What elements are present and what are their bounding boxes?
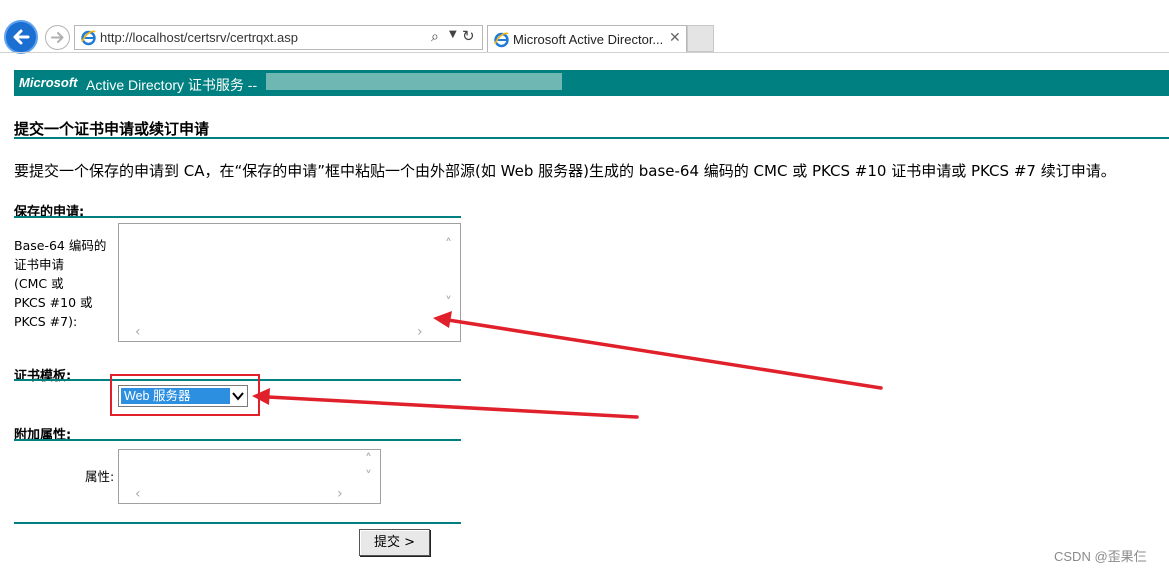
watermark: CSDN @歪果仨 xyxy=(1054,549,1147,564)
annotation-arrowhead xyxy=(252,388,270,405)
annotation-arrows xyxy=(252,311,883,419)
annotation-arrow-line xyxy=(446,318,883,390)
annotation-arrow-line xyxy=(266,395,639,419)
annotation-arrowhead xyxy=(433,311,452,328)
